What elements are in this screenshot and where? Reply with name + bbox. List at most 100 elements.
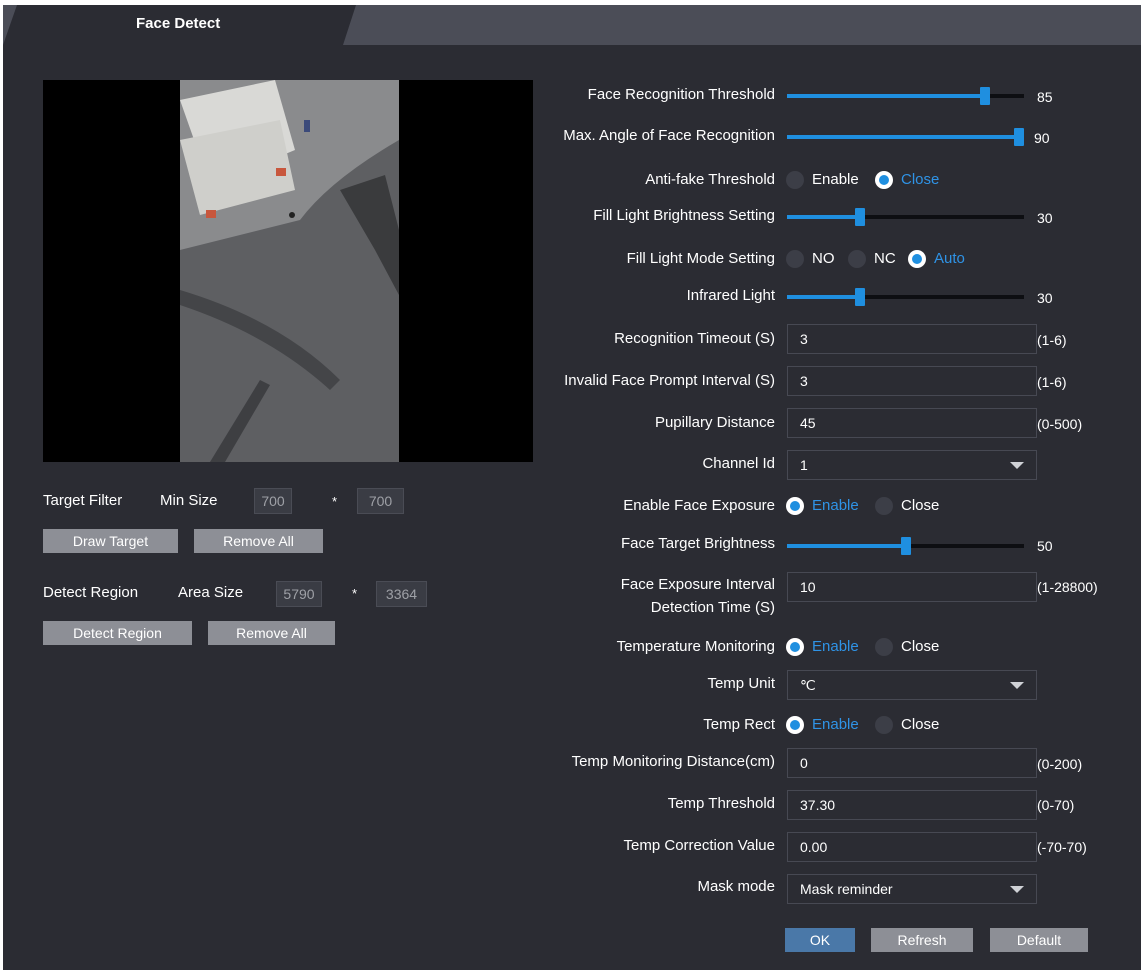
invalid-face-prompt-range: (1-6): [1037, 374, 1067, 390]
draw-target-button[interactable]: Draw Target: [43, 529, 178, 553]
channel-id-value: 1: [800, 457, 808, 473]
area-size-label: Area Size: [178, 584, 244, 601]
face-recognition-threshold-slider[interactable]: [787, 87, 1024, 105]
chevron-down-icon: [1010, 462, 1024, 469]
face-exposure-interval-input[interactable]: 10: [787, 572, 1037, 602]
temperature-monitoring-label: Temperature Monitoring: [616, 638, 775, 655]
temp-rect-enable-radio[interactable]: [786, 716, 804, 734]
camera-preview[interactable]: [43, 80, 533, 462]
temp-threshold-range: (0-70): [1037, 797, 1075, 813]
tab-face-detect-label: Face Detect: [136, 15, 221, 32]
max-angle-label: Max. Angle of Face Recognition: [563, 127, 775, 144]
chevron-down-icon: [1010, 886, 1024, 893]
remove-all-targets-button[interactable]: Remove All: [194, 529, 323, 553]
fill-light-mode-nc-text: NC: [874, 250, 896, 267]
max-angle-value: 90: [1034, 130, 1050, 146]
face-target-brightness-label: Face Target Brightness: [621, 535, 775, 552]
slider-thumb[interactable]: [900, 537, 911, 555]
target-filter-label: Target Filter: [43, 492, 123, 509]
temp-correction-input[interactable]: 0.00: [787, 832, 1037, 862]
ok-button[interactable]: OK: [785, 928, 855, 952]
slider-thumb[interactable]: [855, 208, 866, 226]
face-exposure-close-radio[interactable]: [875, 497, 893, 515]
fill-light-brightness-label: Fill Light Brightness Setting: [593, 207, 775, 224]
infrared-light-label: Infrared Light: [686, 287, 775, 304]
temp-monitoring-enable-radio[interactable]: [786, 638, 804, 656]
fill-light-brightness-slider[interactable]: [787, 208, 1024, 226]
channel-id-select[interactable]: 1: [787, 450, 1037, 480]
pupillary-distance-input[interactable]: 45: [787, 408, 1037, 438]
temp-rect-enable-text: Enable: [812, 716, 859, 733]
invalid-face-prompt-label: Invalid Face Prompt Interval (S): [564, 372, 775, 389]
default-button[interactable]: Default: [990, 928, 1088, 952]
temp-unit-value: ℃: [800, 677, 816, 693]
fill-light-mode-auto-text: Auto: [934, 250, 965, 267]
refresh-button[interactable]: Refresh: [871, 928, 973, 952]
detect-region-label: Detect Region: [43, 584, 139, 601]
anti-fake-close-text: Close: [901, 171, 940, 188]
recognition-timeout-range: (1-6): [1037, 332, 1067, 348]
anti-fake-close-radio[interactable]: [875, 171, 893, 189]
face-exposure-enable-text: Enable: [812, 497, 859, 514]
invalid-face-prompt-input[interactable]: 3: [787, 366, 1037, 396]
fill-light-mode-auto-radio[interactable]: [908, 250, 926, 268]
face-target-brightness-value: 50: [1037, 538, 1053, 554]
recognition-timeout-input[interactable]: 3: [787, 324, 1037, 354]
max-angle-slider[interactable]: [787, 128, 1024, 146]
temp-threshold-label: Temp Threshold: [667, 795, 775, 812]
face-exposure-enable-radio[interactable]: [786, 497, 804, 515]
face-exposure-interval-label-2: Detection Time (S): [650, 599, 775, 616]
temp-threshold-input[interactable]: 37.30: [787, 790, 1037, 820]
face-recognition-threshold-value: 85: [1037, 89, 1053, 105]
fill-light-mode-no-text: NO: [812, 250, 835, 267]
detect-region-button[interactable]: Detect Region: [43, 621, 192, 645]
area-size-width-input[interactable]: 5790: [276, 581, 322, 607]
temp-rect-label: Temp Rect: [703, 716, 775, 733]
temp-monitoring-close-radio[interactable]: [875, 638, 893, 656]
temp-monitoring-distance-input[interactable]: 0: [787, 748, 1037, 778]
fill-light-brightness-value: 30: [1037, 210, 1053, 226]
remove-all-regions-button[interactable]: Remove All: [208, 621, 335, 645]
anti-fake-label: Anti-fake Threshold: [645, 171, 775, 188]
temp-monitoring-distance-label: Temp Monitoring Distance(cm): [571, 753, 775, 770]
area-size-height-input[interactable]: 3364: [376, 581, 427, 607]
min-size-separator: *: [332, 494, 338, 509]
mask-mode-value: Mask reminder: [800, 881, 893, 897]
enable-face-exposure-label: Enable Face Exposure: [623, 497, 775, 514]
fill-light-mode-no-radio[interactable]: [786, 250, 804, 268]
anti-fake-enable-text: Enable: [812, 171, 859, 188]
temp-correction-label: Temp Correction Value: [623, 837, 775, 854]
face-recognition-threshold-label: Face Recognition Threshold: [587, 86, 775, 103]
slider-thumb[interactable]: [979, 87, 990, 105]
channel-id-label: Channel Id: [702, 455, 775, 472]
temp-correction-range: (-70-70): [1037, 839, 1087, 855]
fill-light-mode-nc-radio[interactable]: [848, 250, 866, 268]
min-size-width-input[interactable]: 700: [254, 488, 292, 514]
infrared-light-value: 30: [1037, 290, 1053, 306]
mask-mode-select[interactable]: Mask reminder: [787, 874, 1037, 904]
temp-unit-label: Temp Unit: [707, 675, 775, 692]
temp-unit-select[interactable]: ℃: [787, 670, 1037, 700]
recognition-timeout-label: Recognition Timeout (S): [614, 330, 775, 347]
temp-monitoring-distance-range: (0-200): [1037, 756, 1083, 772]
face-target-brightness-slider[interactable]: [787, 537, 1024, 555]
min-size-height-input[interactable]: 700: [357, 488, 404, 514]
area-size-separator: *: [352, 586, 358, 601]
camera-image: [180, 80, 399, 462]
temp-monitoring-enable-text: Enable: [812, 638, 859, 655]
pupillary-distance-label: Pupillary Distance: [654, 414, 775, 431]
face-exposure-interval-range: (1-28800): [1037, 579, 1098, 595]
pupillary-distance-range: (0-500): [1037, 416, 1083, 432]
anti-fake-enable-radio[interactable]: [786, 171, 804, 189]
face-exposure-close-text: Close: [901, 497, 940, 514]
temp-rect-close-text: Close: [901, 716, 940, 733]
face-exposure-interval-label-1: Face Exposure Interval: [620, 576, 775, 593]
min-size-label: Min Size: [160, 492, 218, 509]
slider-thumb[interactable]: [855, 288, 866, 306]
chevron-down-icon: [1010, 682, 1024, 689]
mask-mode-label: Mask mode: [697, 878, 775, 895]
infrared-light-slider[interactable]: [787, 288, 1024, 306]
slider-thumb[interactable]: [1014, 128, 1024, 146]
temp-rect-close-radio[interactable]: [875, 716, 893, 734]
temp-monitoring-close-text: Close: [901, 638, 940, 655]
